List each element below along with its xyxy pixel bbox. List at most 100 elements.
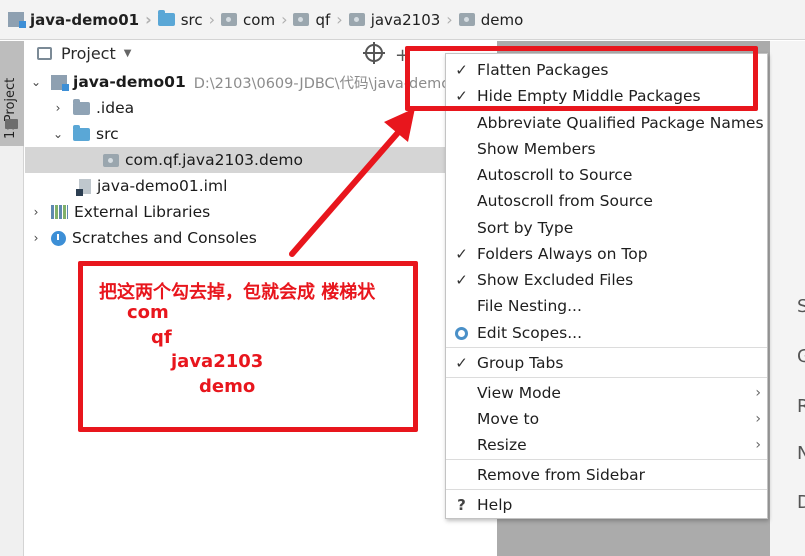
breadcrumb-label: java-demo01: [30, 10, 140, 29]
menu-item-label: Help: [477, 496, 513, 514]
menu-item-folders-always-on-top[interactable]: ✓ Folders Always on Top: [446, 241, 767, 267]
project-tool-tab-label: 1: Project: [3, 77, 18, 139]
tree-row-src[interactable]: ⌄ src: [25, 121, 497, 147]
module-icon: [8, 12, 26, 28]
tree-item-label: External Libraries: [74, 203, 211, 221]
chevron-right-icon: ›: [336, 10, 343, 29]
library-icon: [51, 205, 68, 219]
right-edge-letter: N: [797, 443, 805, 464]
chevron-right-icon: ›: [755, 385, 761, 401]
menu-separator: [446, 459, 767, 460]
menu-item-view-mode[interactable]: View Mode ›: [446, 380, 767, 406]
tree-row-package[interactable]: com.qf.java2103.demo: [25, 147, 497, 173]
scratches-icon: [51, 230, 66, 246]
breadcrumb-item-project[interactable]: java-demo01 ›: [8, 0, 158, 40]
chevron-down-icon[interactable]: ▼: [124, 48, 132, 59]
menu-item-label: Show Members: [477, 140, 596, 158]
menu-item-group-tabs[interactable]: ✓ Group Tabs: [446, 350, 767, 376]
annotation-note-line: qf: [151, 327, 172, 348]
checkmark-icon: ✓: [455, 271, 468, 289]
tree-item-label: .idea: [96, 99, 135, 117]
tree-row-external-libraries[interactable]: › External Libraries: [25, 199, 497, 225]
menu-item-show-excluded-files[interactable]: ✓ Show Excluded Files: [446, 267, 767, 293]
right-edge-letter: R: [797, 396, 805, 417]
menu-item-label: Show Excluded Files: [477, 271, 634, 289]
annotation-note-box: 把这两个勾去掉，包就会成 楼梯状 com qf java2103 demo: [78, 261, 418, 432]
breadcrumb-item-java2103[interactable]: java2103 ›: [348, 0, 459, 40]
annotation-note-line: java2103: [171, 351, 264, 372]
menu-item-file-nesting[interactable]: File Nesting...: [446, 293, 767, 319]
menu-item-resize[interactable]: Resize ›: [446, 432, 767, 458]
package-icon: [293, 13, 310, 26]
tree-item-label: src: [96, 125, 119, 143]
breadcrumb-label: java2103: [370, 10, 441, 29]
breadcrumb-item-com[interactable]: com ›: [221, 0, 293, 40]
tree-item-label: java-demo01: [73, 73, 186, 91]
menu-item-help[interactable]: ? Help: [446, 492, 767, 518]
menu-item-remove-from-sidebar[interactable]: Remove from Sidebar: [446, 462, 767, 488]
breadcrumb: java-demo01 › src › com › qf › java2103 …: [0, 0, 805, 40]
scope-icon: [455, 326, 468, 340]
menu-item-label: Autoscroll to Source: [477, 166, 633, 184]
checkmark-icon: ✓: [455, 354, 468, 372]
menu-item-label: Sort by Type: [477, 219, 574, 237]
chevron-right-icon: ›: [755, 411, 761, 427]
annotation-highlight-box: [405, 46, 758, 111]
folder-icon: [73, 98, 90, 115]
project-view-icon: [37, 46, 52, 60]
right-edge-letter: G: [797, 346, 805, 367]
breadcrumb-item-qf[interactable]: qf ›: [293, 0, 348, 40]
chevron-down-icon[interactable]: ⌄: [29, 75, 43, 89]
chevron-right-icon: ›: [208, 10, 216, 29]
menu-item-label: Remove from Sidebar: [477, 466, 646, 484]
annotation-note-line: com: [127, 302, 169, 323]
tree-item-label: java-demo01.iml: [97, 177, 228, 195]
source-folder-icon: [73, 124, 90, 141]
package-icon: [221, 13, 238, 26]
source-folder-icon: [157, 10, 175, 26]
breadcrumb-item-demo[interactable]: demo: [458, 0, 523, 40]
menu-item-label: Edit Scopes...: [477, 324, 583, 342]
menu-item-edit-scopes[interactable]: Edit Scopes...: [446, 320, 767, 346]
menu-item-autoscroll-to-source[interactable]: Autoscroll to Source: [446, 162, 767, 188]
chevron-right-icon[interactable]: ›: [29, 205, 43, 219]
chevron-right-icon[interactable]: ›: [51, 101, 65, 115]
annotation-note-line: 把这两个勾去掉，包就会成 楼梯状: [99, 282, 376, 303]
package-icon: [458, 13, 475, 26]
help-icon: ?: [457, 496, 466, 514]
menu-item-label: Abbreviate Qualified Package Names: [477, 114, 764, 132]
menu-item-label: View Mode: [477, 384, 561, 402]
breadcrumb-item-src[interactable]: src ›: [157, 0, 221, 40]
chevron-right-icon: ›: [446, 10, 453, 29]
chevron-right-icon[interactable]: ›: [29, 231, 43, 245]
menu-item-sort-by-type[interactable]: Sort by Type: [446, 215, 767, 241]
package-icon: [103, 153, 119, 167]
project-tool-tab[interactable]: 1: Project: [0, 41, 24, 146]
menu-item-move-to[interactable]: Move to ›: [446, 406, 767, 432]
right-edge-letter: D: [797, 492, 805, 513]
tool-window-stripe: 1: Project: [0, 41, 24, 556]
module-file-icon: [76, 178, 91, 196]
menu-item-label: Autoscroll from Source: [477, 192, 653, 210]
tree-item-label: Scratches and Consoles: [72, 229, 257, 247]
package-icon: [348, 13, 365, 26]
locate-target-icon[interactable]: [363, 42, 385, 64]
menu-separator: [446, 489, 767, 490]
checkmark-icon: ✓: [455, 245, 468, 263]
breadcrumb-label: src: [180, 10, 203, 29]
chevron-right-icon: ›: [281, 10, 288, 29]
folder-icon: [5, 119, 18, 129]
tree-row-iml[interactable]: java-demo01.iml: [25, 173, 497, 199]
menu-item-show-members[interactable]: Show Members: [446, 136, 767, 162]
tree-row-scratches[interactable]: › Scratches and Consoles: [25, 225, 497, 251]
chevron-down-icon[interactable]: ⌄: [51, 127, 65, 141]
menu-item-label: Resize: [477, 436, 527, 454]
project-view-options-menu: ✓ Flatten Packages ✓ Hide Empty Middle P…: [445, 53, 768, 519]
tree-item-label: com.qf.java2103.demo: [125, 151, 303, 169]
menu-item-label: File Nesting...: [477, 297, 582, 315]
menu-item-autoscroll-from-source[interactable]: Autoscroll from Source: [446, 188, 767, 214]
menu-item-label: Folders Always on Top: [477, 245, 648, 263]
menu-item-label: Group Tabs: [477, 354, 564, 372]
menu-item-abbreviate-names[interactable]: Abbreviate Qualified Package Names: [446, 110, 767, 136]
panel-title[interactable]: Project: [61, 44, 116, 63]
